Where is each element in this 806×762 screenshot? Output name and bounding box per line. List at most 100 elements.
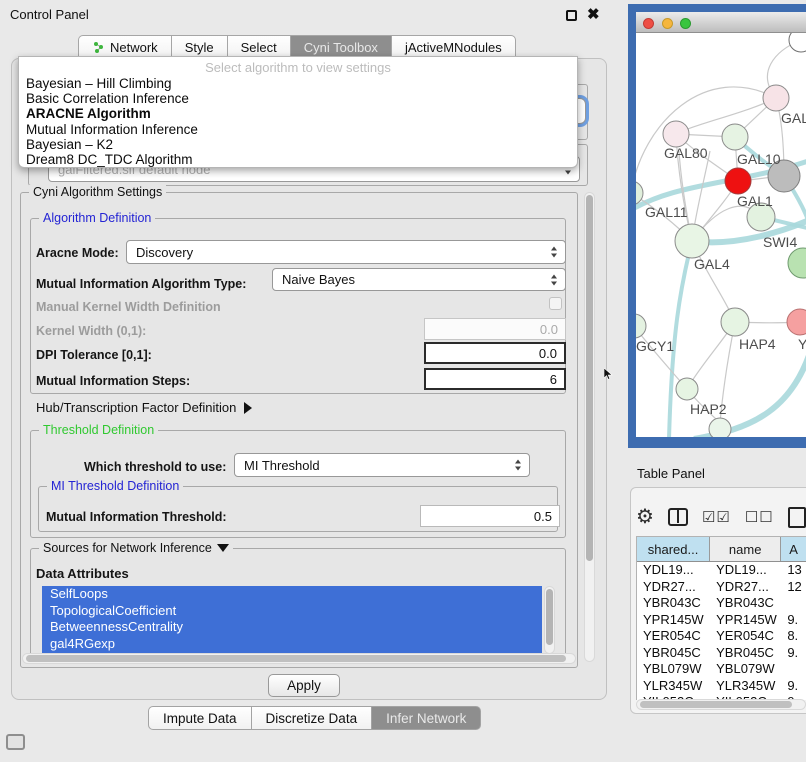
attributes-scrollbar[interactable] <box>544 586 555 654</box>
table-horizontal-scrollbar[interactable] <box>636 699 806 710</box>
collapsed-panel-icon[interactable] <box>6 734 25 750</box>
cell: YLR345W <box>710 678 781 695</box>
dropdown-item[interactable]: Bayesian – K2 <box>19 137 577 152</box>
aracne-mode-label: Aracne Mode: <box>36 246 119 260</box>
table-row[interactable]: YBL079WYBL079W <box>637 661 806 678</box>
tab-discretize-data[interactable]: Discretize Data <box>251 706 372 730</box>
settings-vertical-scrollbar[interactable] <box>584 192 595 662</box>
data-attributes-list[interactable]: SelfLoops TopologicalCoefficient Between… <box>42 586 542 654</box>
aracne-mode-value: Discovery <box>136 245 193 260</box>
mi-algorithm-type-combo[interactable]: Naive Bayes <box>272 268 566 291</box>
kernel-width-input[interactable]: 0.0 <box>424 318 566 340</box>
settings-horizontal-scrollbar[interactable] <box>22 653 576 664</box>
hub-definition-toggle[interactable]: Hub/Transcription Factor Definition <box>36 400 252 415</box>
mi-algorithm-type-label: Mutual Information Algorithm Type: <box>36 277 246 291</box>
node-gcy1[interactable] <box>636 314 646 338</box>
node-gal11[interactable] <box>636 181 643 205</box>
float-window-icon[interactable] <box>566 10 577 21</box>
checked-checkboxes-icon[interactable]: ☑☑ <box>702 508 731 526</box>
cell: YBR045C <box>637 645 710 662</box>
close-window-icon[interactable]: ✖ <box>587 5 600 23</box>
node-table: shared... name A YDL19...YDL19...13 YDR2… <box>636 536 806 700</box>
columns-icon[interactable] <box>668 508 688 526</box>
node[interactable] <box>789 33 806 52</box>
node[interactable] <box>763 85 789 111</box>
apply-button[interactable]: Apply <box>268 674 340 697</box>
attribute-item[interactable]: TopologicalCoefficient <box>42 603 542 620</box>
combo-arrows-icon <box>551 247 558 258</box>
node-gal10[interactable] <box>722 124 748 150</box>
gear-icon[interactable]: ⚙ <box>636 507 654 527</box>
table-row[interactable]: YBR043CYBR043C <box>637 595 806 612</box>
node[interactable] <box>709 418 731 437</box>
cell: YBR045C <box>710 645 781 662</box>
cell: YBR043C <box>637 595 710 612</box>
node-label: HAP2 <box>690 401 727 417</box>
node-hap2[interactable] <box>676 378 698 400</box>
attribute-item[interactable]: SelfLoops <box>42 586 542 603</box>
cell: YDR27... <box>710 579 781 596</box>
kernel-width-label: Kernel Width (0,1): <box>36 324 146 338</box>
attribute-item[interactable]: gal4RGexp <box>42 636 542 653</box>
table-row[interactable]: YPR145WYPR145W9. <box>637 612 806 629</box>
aracne-mode-combo[interactable]: Discovery <box>126 240 566 264</box>
node-green[interactable] <box>788 248 806 278</box>
mi-steps-input[interactable]: 6 <box>424 368 566 390</box>
table-row[interactable]: YDL19...YDL19...13 <box>637 562 806 579</box>
sources-group-title[interactable]: Sources for Network Inference <box>39 541 233 555</box>
tab-impute-data[interactable]: Impute Data <box>148 706 251 730</box>
node-gal80[interactable] <box>663 121 689 147</box>
node-selected-red[interactable] <box>725 168 751 194</box>
attribute-item[interactable]: BetweennessCentrality <box>42 619 542 636</box>
dropdown-item[interactable]: Mutual Information Inference <box>19 122 577 137</box>
node-hap4[interactable] <box>721 308 749 336</box>
cell: YPR145W <box>710 612 781 629</box>
table-row[interactable]: YLR345WYLR345W9. <box>637 678 806 695</box>
algorithm-dropdown-list: Select algorithm to view settings Bayesi… <box>18 56 578 168</box>
node-label: GAL1 <box>737 193 773 209</box>
column-header-partial[interactable]: A <box>781 537 806 561</box>
node-gal4[interactable] <box>675 224 709 258</box>
expand-right-icon <box>244 402 252 414</box>
combo-arrows-icon <box>515 460 522 471</box>
mi-steps-label: Mutual Information Steps: <box>36 374 190 388</box>
network-view-canvas[interactable]: GAL GAL80 GAL10 GAL1 SWI4 GAL11 GAL4 GCY… <box>636 33 806 437</box>
dpi-tolerance-input[interactable]: 0.0 <box>424 342 566 364</box>
mi-threshold-input[interactable]: 0.5 <box>420 505 560 527</box>
tab-infer-network[interactable]: Infer Network <box>371 706 481 730</box>
which-threshold-value: MI Threshold <box>244 458 320 473</box>
mi-threshold-label: Mutual Information Threshold: <box>46 510 227 524</box>
network-window-titlebar[interactable] <box>636 12 806 33</box>
column-header-name[interactable]: name <box>710 537 781 561</box>
node-label: GAL10 <box>737 151 781 167</box>
manual-kernel-width-checkbox[interactable] <box>549 297 562 310</box>
data-attributes-label: Data Attributes <box>36 566 129 581</box>
table-panel-toolbar: ⚙ ☑☑ ☐☐ <box>636 502 806 532</box>
settings-group-title: Cyni Algorithm Settings <box>29 185 166 199</box>
table-row[interactable]: YDR27...YDR27...12 <box>637 579 806 596</box>
page-icon[interactable] <box>788 507 806 528</box>
cell: 9. <box>781 645 806 662</box>
table-row[interactable]: YBR045CYBR045C9. <box>637 645 806 662</box>
sources-title-text: Sources for Network Inference <box>43 541 212 555</box>
cell: YBR043C <box>710 595 781 612</box>
cell: 12 <box>781 579 806 596</box>
dropdown-item[interactable]: Dream8 DC_TDC Algorithm <box>19 152 577 167</box>
table-header-row: shared... name A <box>637 537 806 562</box>
unchecked-checkboxes-icon[interactable]: ☐☐ <box>745 508 774 526</box>
node-salmon[interactable] <box>787 309 806 335</box>
dropdown-item[interactable]: Basic Correlation Inference <box>19 91 577 106</box>
table-row[interactable]: YER054CYER054C8. <box>637 628 806 645</box>
network-icon <box>92 41 105 54</box>
cyni-bottom-tabs: Impute Data Discretize Data Infer Networ… <box>148 706 481 730</box>
dropdown-item-selected[interactable]: ARACNE Algorithm <box>19 106 577 121</box>
which-threshold-label: Which threshold to use: <box>84 460 226 474</box>
cell: 9. <box>781 612 806 629</box>
which-threshold-combo[interactable]: MI Threshold <box>234 453 530 477</box>
cell: YBL079W <box>637 661 710 678</box>
column-header-shared-name[interactable]: shared... <box>637 537 710 561</box>
zoom-traffic-light-icon[interactable] <box>680 18 691 29</box>
close-traffic-light-icon[interactable] <box>643 18 654 29</box>
minimize-traffic-light-icon[interactable] <box>662 18 673 29</box>
dropdown-item[interactable]: Bayesian – Hill Climbing <box>19 76 577 91</box>
